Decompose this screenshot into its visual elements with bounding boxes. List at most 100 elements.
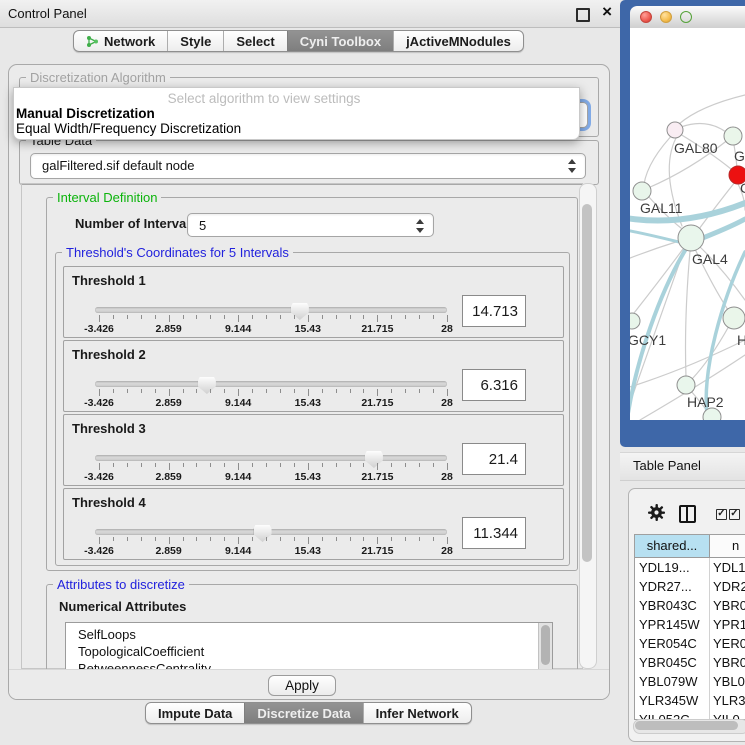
threshold-label: Threshold 1 [72, 273, 146, 288]
network-edge[interactable] [644, 131, 676, 184]
popup-option-manual-discretization[interactable]: Manual Discretization [16, 106, 155, 121]
network-node[interactable] [667, 122, 683, 138]
tick-mark [224, 537, 225, 541]
tab-cyni-toolbox[interactable]: Cyni Toolbox [287, 31, 393, 51]
gear-icon[interactable] [648, 504, 665, 521]
group-title-attributes: Attributes to discretize [53, 577, 189, 592]
slider-thumb[interactable] [198, 377, 216, 394]
close-window-icon[interactable] [640, 11, 652, 23]
tick-mark [155, 389, 156, 393]
tick-mark [363, 315, 364, 319]
list-item-topologicalcoefficient[interactable]: TopologicalCoefficient [66, 643, 552, 660]
tick-label: 15.43 [278, 397, 338, 409]
float-panel-icon[interactable] [576, 8, 590, 22]
network-edge[interactable] [681, 123, 726, 132]
network-edge[interactable] [686, 251, 691, 377]
panel-scrollbar-thumb[interactable] [582, 204, 592, 562]
node-label: GCY1 [630, 332, 666, 348]
table-hscrollbar-thumb[interactable] [635, 721, 738, 730]
cell-name: YDL1 [710, 558, 745, 577]
network-node[interactable] [677, 376, 695, 394]
network-node[interactable] [723, 307, 745, 329]
network-node[interactable] [724, 127, 742, 145]
network-edge[interactable] [630, 241, 679, 262]
slider-track[interactable] [95, 307, 447, 313]
popup-placeholder: Select algorithm to view settings [14, 91, 514, 106]
tick-mark [363, 537, 364, 541]
network-node[interactable] [630, 313, 640, 329]
tick-mark [210, 537, 211, 541]
table-row[interactable]: YBR045CYBR0 [635, 653, 745, 672]
zoom-window-icon[interactable] [680, 11, 692, 23]
tick-mark [127, 389, 128, 393]
table-row[interactable]: YER054CYER0 [635, 634, 745, 653]
tab-infer-network[interactable]: Infer Network [363, 703, 471, 723]
table-row[interactable]: YPR145WYPR1 [635, 615, 745, 634]
network-window-titlebar[interactable] [630, 6, 745, 29]
node-label: GAL11 [640, 200, 683, 216]
column-header-shared-name[interactable]: shared... [635, 535, 710, 557]
slider-thumb[interactable] [254, 525, 272, 542]
tab-label: Style [180, 34, 211, 49]
tick-mark [238, 537, 239, 544]
network-edge[interactable] [679, 95, 745, 124]
network-canvas[interactable]: GAL80GACGAL11GAL4GCY1HHAP2 [630, 28, 745, 420]
tab-impute-data[interactable]: Impute Data [146, 703, 244, 723]
minimize-window-icon[interactable] [660, 11, 672, 23]
numerical-attributes-heading: Numerical Attributes [59, 599, 186, 614]
network-node[interactable] [678, 225, 704, 251]
column-header-name[interactable]: n [710, 535, 745, 557]
table-hscrollbar[interactable] [633, 719, 745, 734]
apply-button[interactable]: Apply [268, 675, 336, 696]
tab-select[interactable]: Select [223, 31, 286, 51]
tick-mark [377, 389, 378, 396]
network-node[interactable] [633, 182, 651, 200]
table-row[interactable]: YBL079WYBL0 [635, 672, 745, 691]
tab-discretize-data[interactable]: Discretize Data [244, 703, 362, 723]
checkbox-icon[interactable] [729, 509, 740, 520]
tick-mark [183, 537, 184, 541]
threshold-1-value-field[interactable]: 14.713 [462, 295, 526, 327]
threshold-2-value-field[interactable]: 6.316 [462, 369, 526, 401]
table-row[interactable]: YLR345WYLR3 [635, 691, 745, 710]
tick-mark [350, 537, 351, 541]
table-row[interactable]: YIL052CYIL0 [635, 710, 745, 719]
panel-scrollbar[interactable] [579, 183, 597, 669]
number-of-intervals-select[interactable]: 5 [187, 213, 434, 237]
popup-option-equal-width-frequency-discretization[interactable]: Equal Width/Frequency Discretization [16, 121, 241, 136]
tick-mark [350, 463, 351, 467]
thresholds-group: Threshold's Coordinates for 5 Intervals … [55, 252, 570, 566]
list-item-selfloops[interactable]: SelfLoops [66, 626, 552, 643]
column-layout-icon[interactable] [679, 505, 696, 523]
slider-track[interactable] [95, 381, 447, 387]
table-row[interactable]: YDR27...YDR2 [635, 577, 745, 596]
tick-mark [405, 315, 406, 319]
cyni-bottom-tab-bar: Impute DataDiscretize DataInfer Network [145, 702, 472, 724]
numerical-attributes-list[interactable]: SelfLoopsTopologicalCoefficientBetweenne… [65, 622, 553, 672]
tab-jactivemnodules[interactable]: jActiveMNodules [393, 31, 523, 51]
table-row[interactable]: YDL19...YDL1 [635, 558, 745, 577]
threshold-4-value-field[interactable]: 11.344 [462, 517, 526, 549]
close-panel-icon[interactable]: × [602, 2, 612, 22]
slider-thumb[interactable] [365, 451, 383, 468]
list-scrollbar[interactable] [538, 623, 552, 671]
cell-name: YIL0 [710, 710, 745, 719]
checkbox-icon[interactable] [716, 509, 727, 520]
tick-mark [183, 389, 184, 393]
table-data-select[interactable]: galFiltered.sif default node [30, 153, 586, 179]
threshold-panel-4: Threshold 4-3.4262.8599.14415.4321.71528… [63, 488, 564, 560]
tick-mark [336, 537, 337, 541]
tick-label: 15.43 [278, 471, 338, 483]
table-row[interactable]: YBR043CYBR0 [635, 596, 745, 615]
slider-track[interactable] [95, 455, 447, 461]
tab-network[interactable]: Network [74, 31, 167, 51]
tick-mark [322, 315, 323, 319]
tick-mark [210, 463, 211, 467]
tick-mark [363, 463, 364, 467]
network-edge-highlighted[interactable] [630, 229, 683, 243]
threshold-3-value-field[interactable]: 21.4 [462, 443, 526, 475]
tick-mark [419, 389, 420, 393]
app-root: Control Panel × NetworkStyleSelectCyni T… [0, 0, 745, 745]
list-scrollbar-thumb[interactable] [541, 625, 550, 665]
tab-style[interactable]: Style [167, 31, 223, 51]
